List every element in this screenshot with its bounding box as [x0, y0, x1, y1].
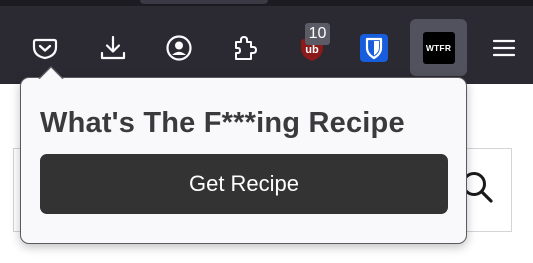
wtfr-extension-icon: WTFR [422, 31, 455, 64]
downloads-button[interactable] [85, 20, 141, 76]
bitwarden-icon [359, 33, 389, 63]
bitwarden-button[interactable] [346, 20, 402, 76]
account-icon [165, 34, 193, 62]
svg-text:ub: ub [305, 44, 319, 56]
extensions-button[interactable] [216, 20, 272, 76]
popup-title: What's The F***ing Recipe [40, 107, 405, 139]
get-recipe-button[interactable]: Get Recipe [40, 154, 448, 214]
pocket-icon [31, 34, 59, 62]
popup-arrow-joint [38, 78, 64, 89]
browser-toolbar: ub 10 WTFR [0, 0, 533, 84]
pocket-button[interactable] [17, 20, 73, 76]
downloads-icon [99, 34, 127, 62]
menu-button[interactable] [476, 20, 532, 76]
menu-icon [491, 35, 517, 61]
account-button[interactable] [151, 20, 207, 76]
wtfr-extension-button[interactable]: WTFR [410, 19, 467, 76]
ublock-badge: 10 [305, 23, 330, 45]
extensions-icon [230, 34, 258, 62]
tab-edge [140, 0, 268, 4]
